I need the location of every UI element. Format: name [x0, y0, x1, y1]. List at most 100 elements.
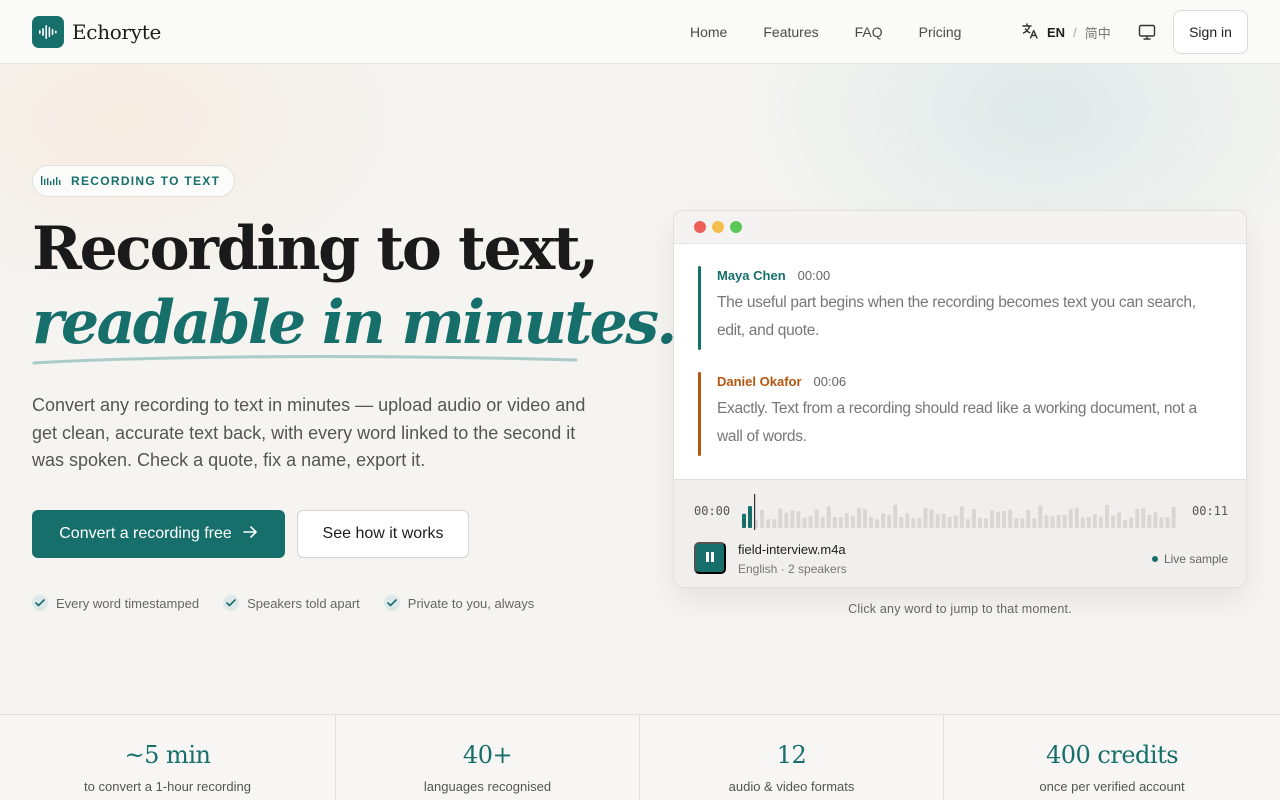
segment-text[interactable]: Exactly. Text from a recording should re…	[717, 395, 1218, 451]
waveform-bar	[953, 515, 958, 528]
transcript-segment[interactable]: Maya Chen 00:00 The useful part begins w…	[698, 266, 1218, 350]
speaker-name: Daniel Okafor	[717, 374, 802, 389]
window-minimize-dot	[712, 221, 724, 233]
waveform-bar	[875, 519, 880, 528]
waveform-bar	[1171, 506, 1176, 528]
waveform-bar	[947, 516, 952, 528]
nav-links: Home Features FAQ Pricing	[690, 0, 997, 64]
player-time-start: 00:00	[694, 504, 731, 518]
title-underline	[32, 355, 578, 365]
playhead[interactable]	[754, 494, 756, 530]
waveform-bar	[990, 510, 994, 528]
player-time-end: 00:11	[1192, 504, 1229, 518]
waveform-bar	[899, 517, 904, 528]
waveform-bar	[826, 506, 831, 528]
waveform-bar	[965, 519, 970, 528]
waveform-bar	[959, 506, 964, 528]
waveform-bar	[796, 511, 801, 528]
stats-bar: ~5 min to convert a 1-hour recording 40+…	[0, 714, 1280, 800]
waveform-bar	[1014, 518, 1019, 528]
check-label: Private to you, always	[407, 595, 535, 611]
waveform-bar	[1068, 508, 1073, 528]
stat-label: audio & video formats	[728, 779, 855, 794]
lang-en[interactable]: EN	[1047, 25, 1065, 40]
sign-in-button[interactable]: Sign in	[1173, 10, 1248, 54]
nav-link-features[interactable]: Features	[763, 24, 818, 40]
stat-item: ~5 min to convert a 1-hour recording	[0, 715, 336, 800]
waveform-bar	[1111, 515, 1116, 528]
window-close-dot	[694, 221, 706, 233]
stat-label: to convert a 1-hour recording	[84, 779, 251, 794]
convert-recording-button[interactable]: Convert a recording free	[32, 510, 285, 558]
transcript-segment[interactable]: Daniel Okafor 00:06 Exactly. Text from a…	[698, 372, 1218, 456]
lang-zh[interactable]: 简中	[1085, 23, 1111, 42]
check-label: Every word timestamped	[56, 595, 200, 611]
waveform-bar	[1026, 509, 1031, 528]
waveform-bar	[1141, 508, 1146, 528]
live-sample-status: Live sample	[1151, 552, 1228, 566]
waveform-bar	[1135, 509, 1140, 528]
waveform-bar	[1105, 504, 1109, 528]
window-titlebar	[674, 211, 1246, 244]
stat-value: 40+	[462, 741, 513, 769]
live-dot-icon	[1151, 556, 1158, 562]
stat-item: 400 credits once per verified account	[944, 715, 1280, 800]
hero-badge-label: RECORDING TO TEXT	[71, 174, 221, 188]
translate-icon[interactable]	[1021, 22, 1039, 43]
nav-link-pricing[interactable]: Pricing	[919, 24, 962, 40]
waveform-bar	[887, 515, 892, 528]
brand-name: Echoryte	[72, 20, 162, 44]
check-icon	[383, 595, 400, 611]
waveform-bar	[941, 513, 946, 528]
waveform-bar	[748, 506, 752, 528]
transcript-demo-panel: Maya Chen 00:00 The useful part begins w…	[673, 210, 1247, 588]
waveform-bar	[1153, 512, 1158, 528]
waveform-bar	[808, 516, 813, 528]
stat-item: 40+ languages recognised	[336, 715, 640, 800]
language-switcher: EN / 简中	[1021, 22, 1111, 43]
check-label: Speakers told apart	[247, 595, 360, 611]
hero-title-line1: Recording to text,	[32, 214, 599, 284]
segment-text[interactable]: The useful part begins when the recordin…	[717, 289, 1218, 345]
check-icon	[32, 595, 48, 611]
waveform-bar	[1117, 512, 1122, 528]
pause-button[interactable]	[694, 542, 726, 574]
waveform-bar	[996, 511, 1001, 528]
waveform-bar	[917, 517, 922, 528]
demo-caption: Click any word to jump to that moment.	[848, 602, 1072, 616]
waveform-bar	[832, 516, 837, 528]
stat-value: 12	[776, 741, 807, 769]
audio-player: 00:00 00:11 field-interview.m4a English …	[674, 479, 1246, 587]
arrow-right-icon	[242, 525, 258, 544]
pause-icon	[705, 551, 715, 566]
waveform-bar	[1159, 517, 1164, 528]
waveform-bar	[1080, 517, 1085, 528]
waveform-bar	[1098, 516, 1103, 528]
display-theme-icon[interactable]	[1137, 22, 1157, 42]
waveform-bar	[850, 515, 855, 528]
waveform-bar	[1062, 514, 1067, 528]
brand-logo[interactable]: Echoryte	[32, 16, 161, 48]
top-nav: Echoryte Home Features FAQ Pricing EN / …	[0, 0, 1280, 64]
nav-link-faq[interactable]: FAQ	[855, 24, 883, 40]
waveform-bar	[778, 508, 783, 528]
waveform-bar	[814, 509, 819, 528]
segment-timestamp[interactable]: 00:06	[814, 374, 847, 389]
waveform-bar	[760, 509, 765, 528]
waveform-bar	[1165, 517, 1170, 528]
waveform-bar	[802, 517, 807, 528]
speaker-color-bar	[698, 372, 701, 456]
nav-link-home[interactable]: Home	[690, 24, 727, 40]
check-item: Every word timestamped	[32, 595, 199, 611]
see-how-it-works-button[interactable]: See how it works	[297, 510, 469, 558]
waveform-bar	[1050, 516, 1055, 528]
speaker-name: Maya Chen	[717, 268, 786, 283]
waveform-bar	[742, 513, 746, 528]
waveform-icon	[41, 172, 63, 190]
check-icon	[223, 595, 240, 611]
waveform-bar	[1038, 505, 1043, 528]
audio-waveform[interactable]	[742, 494, 1182, 530]
segment-timestamp[interactable]: 00:00	[798, 268, 831, 283]
waveform-bar	[984, 518, 988, 528]
waveform-bar	[923, 507, 928, 528]
